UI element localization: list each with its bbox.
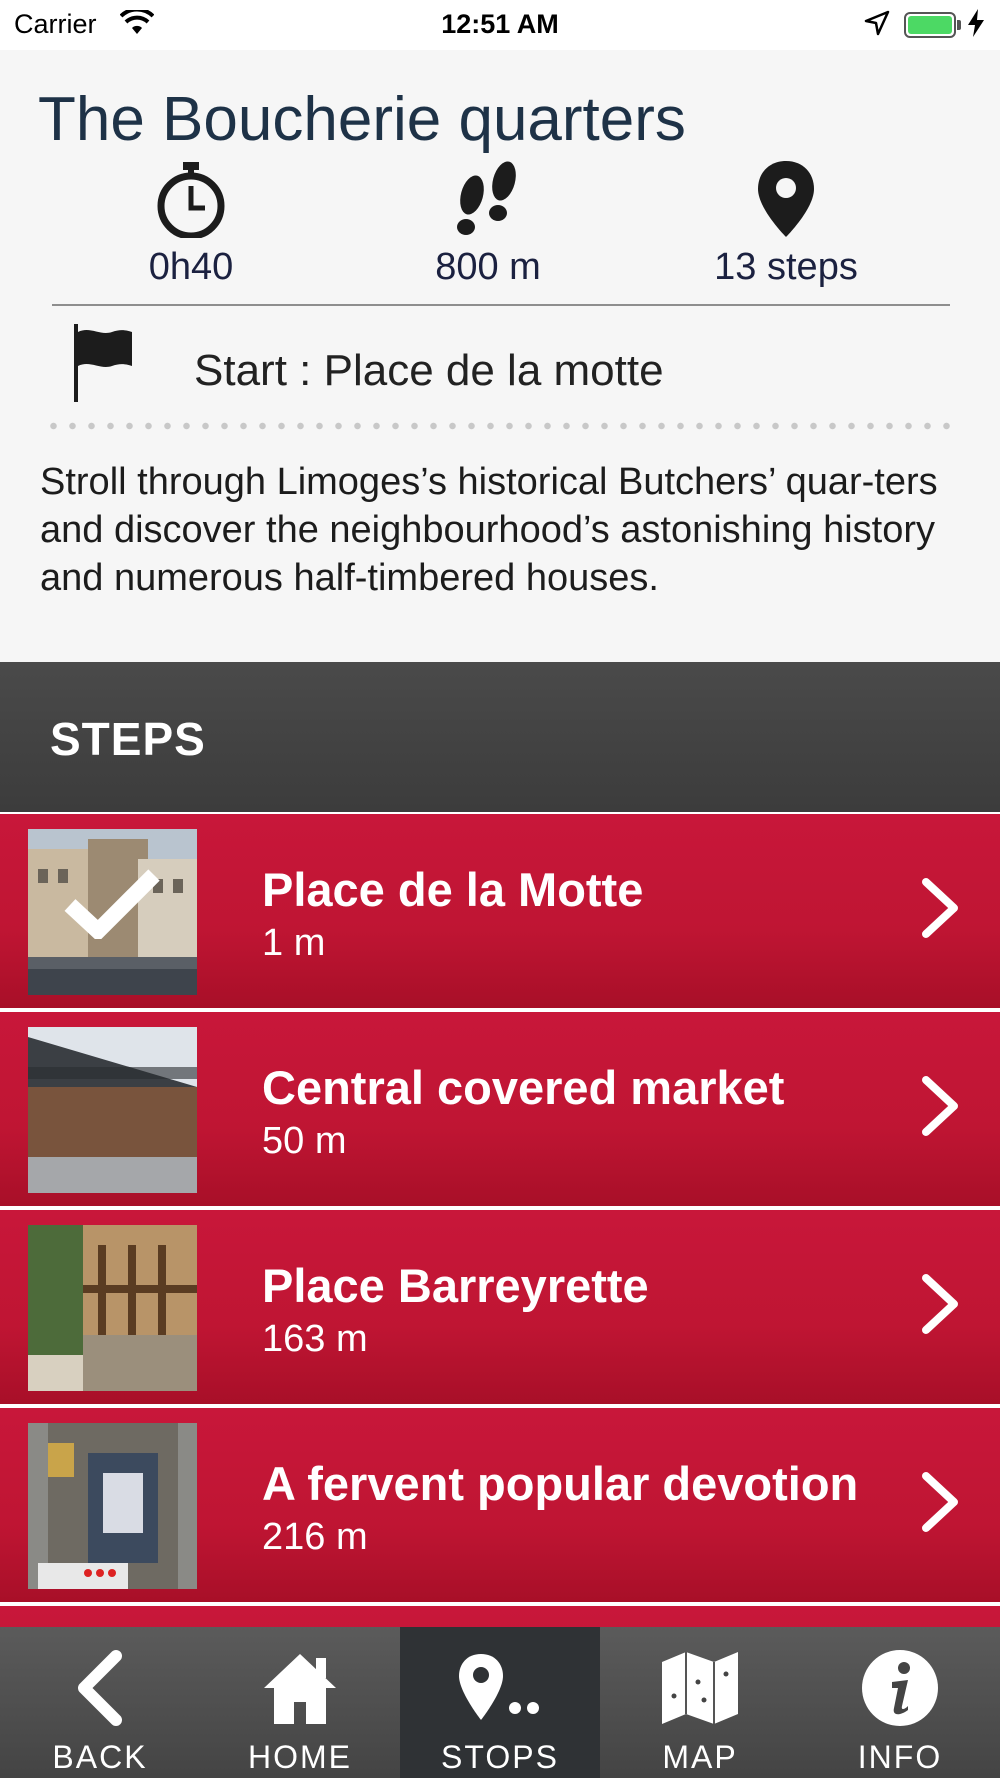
step-distance: 163 m	[262, 1318, 368, 1360]
steps-header: STEPS	[0, 662, 1000, 812]
distance-stat: 800 m	[368, 158, 608, 289]
footsteps-icon	[368, 158, 608, 240]
step-distance: 1 m	[262, 922, 326, 964]
step-item-central-covered-market[interactable]: Central covered market 50 m	[0, 1010, 1000, 1206]
tab-info[interactable]: INFO	[800, 1627, 1000, 1778]
tab-stops[interactable]: STOPS	[400, 1627, 600, 1778]
step-name: Place de la Motte	[262, 863, 644, 916]
duration-stat: 0h40	[71, 158, 311, 289]
map-pin-icon	[666, 158, 906, 240]
stopwatch-icon	[71, 158, 311, 240]
chevron-right-icon	[918, 876, 962, 944]
chevron-right-icon	[918, 1272, 962, 1340]
step-thumbnail	[28, 1225, 197, 1391]
battery-tip	[957, 20, 961, 30]
home-icon	[200, 1645, 400, 1731]
step-thumbnail	[28, 1027, 197, 1193]
info-icon	[800, 1645, 1000, 1731]
steps-stat: 13 steps	[666, 158, 906, 289]
step-item-place-de-la-motte[interactable]: Place de la Motte 1 m	[0, 812, 1000, 1008]
dotted-divider	[44, 422, 956, 430]
tab-map-label: MAP	[662, 1739, 738, 1775]
back-arrow-icon	[0, 1645, 200, 1731]
battery-icon	[904, 12, 956, 38]
tab-info-label: INFO	[857, 1739, 943, 1775]
step-name: Central covered market	[262, 1061, 785, 1114]
tab-home-label: HOME	[248, 1739, 352, 1775]
tab-back-label: BACK	[52, 1739, 148, 1775]
duration-value: 0h40	[148, 246, 234, 288]
chevron-right-icon	[918, 1470, 962, 1538]
checkmark-icon	[64, 869, 160, 943]
tour-info: The Boucherie quarters 0h40 800 m 13 ste…	[0, 50, 1000, 662]
tab-map[interactable]: MAP	[600, 1627, 800, 1778]
start-label: Start : Place de la motte	[194, 346, 664, 395]
step-item-next[interactable]	[0, 1604, 1000, 1627]
step-thumbnail	[28, 829, 197, 995]
location-arrow-icon	[864, 10, 890, 43]
divider	[52, 304, 950, 306]
tab-stops-label: STOPS	[441, 1739, 559, 1775]
step-item-place-barreyrette[interactable]: Place Barreyrette 163 m	[0, 1208, 1000, 1404]
start-location: Start : Place de la motte	[70, 322, 950, 412]
tab-home[interactable]: HOME	[200, 1627, 400, 1778]
clock: 12:51 AM	[441, 9, 559, 39]
step-name: Place Barreyrette	[262, 1259, 649, 1312]
tab-bar: BACK HOME STOPS MAP INFO	[0, 1627, 1000, 1778]
step-distance: 50 m	[262, 1120, 347, 1162]
status-bar: Carrier 12:51 AM	[0, 0, 1000, 50]
map-icon	[600, 1645, 800, 1731]
tab-back[interactable]: BACK	[0, 1627, 200, 1778]
steps-count-value: 13 steps	[714, 246, 858, 288]
steps-section-title: STEPS	[50, 713, 206, 765]
page-title: The Boucherie quarters	[38, 85, 686, 154]
stops-icon	[400, 1645, 600, 1731]
charging-bolt-icon	[966, 8, 986, 45]
chevron-right-icon	[918, 1074, 962, 1142]
steps-list: Place de la Motte 1 m Central covered ma…	[0, 812, 1000, 1627]
flag-icon	[70, 322, 140, 408]
distance-value: 800 m	[435, 246, 541, 288]
step-name: A fervent popular devotion	[262, 1457, 859, 1510]
step-distance: 216 m	[262, 1516, 368, 1558]
step-item-a-fervent-popular-devotion[interactable]: A fervent popular devotion 216 m	[0, 1406, 1000, 1602]
step-thumbnail	[28, 1423, 197, 1589]
tour-description: Stroll through Limoges’s historical Butc…	[40, 461, 938, 599]
